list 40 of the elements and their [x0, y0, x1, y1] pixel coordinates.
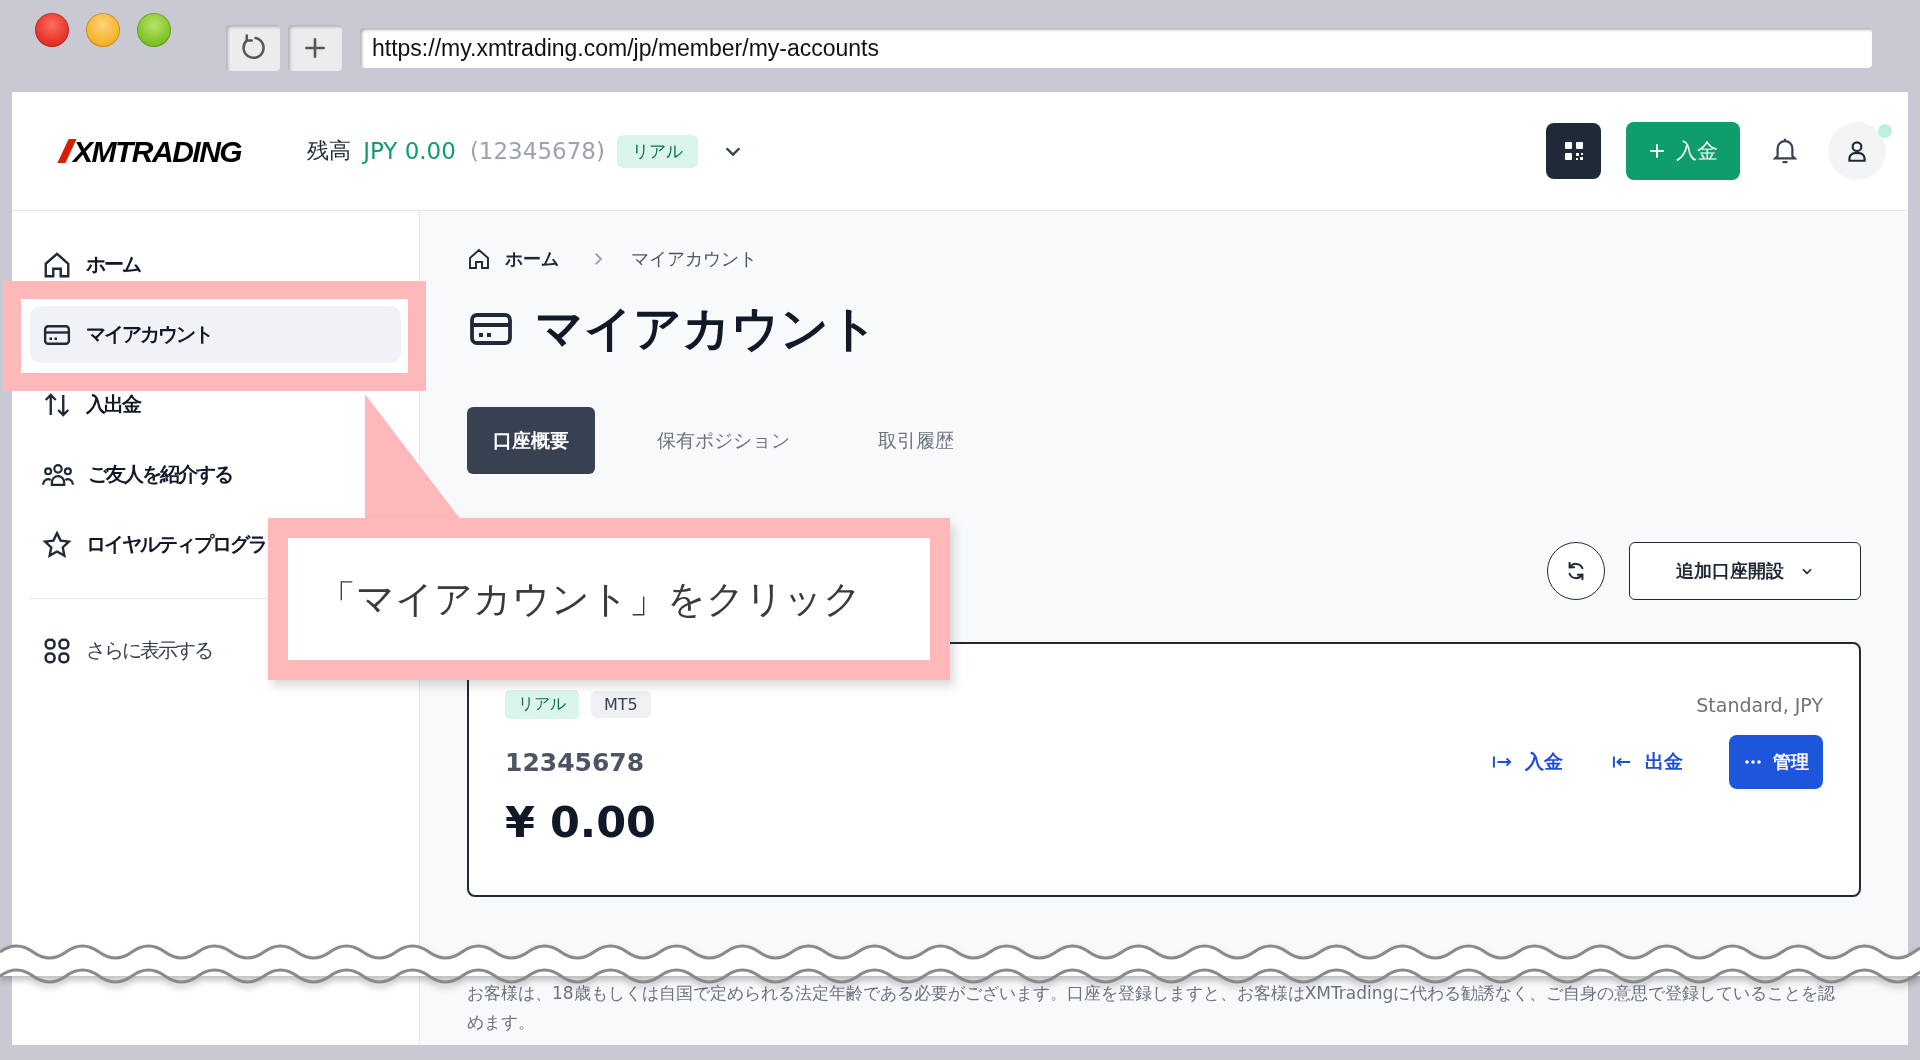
- qr-code-button[interactable]: [1546, 123, 1601, 179]
- balance-amount: JPY 0.00: [363, 138, 456, 164]
- zoom-window-dot[interactable]: [137, 13, 171, 47]
- new-tab-button[interactable]: [288, 25, 342, 71]
- account-tag: リアル: [505, 690, 579, 719]
- manage-button[interactable]: 管理: [1729, 735, 1823, 789]
- tab[interactable]: 保有ポジション: [631, 407, 816, 474]
- plus-icon: [302, 35, 328, 61]
- page-title: マイアカウント: [535, 299, 878, 358]
- balance-label: 残高: [307, 137, 352, 165]
- sidebar-item[interactable]: 入出金: [30, 376, 144, 433]
- callout-text: 「マイアカウント」をクリック: [318, 575, 862, 623]
- account-type-badge: リアル: [616, 134, 698, 168]
- sidebar-item[interactable]: マイアカウント: [30, 306, 401, 363]
- minimize-window-dot[interactable]: [86, 13, 120, 47]
- account-number: 12345678: [505, 747, 645, 777]
- withdraw-link[interactable]: 出金: [1605, 748, 1689, 776]
- online-status-dot: [1878, 124, 1892, 138]
- tab[interactable]: 取引履歴: [852, 407, 980, 474]
- disclaimer-text: お客様は、18歳もしくは自国で定められる法定年齢である必要がございます。口座を登録しますと、お客様はXMTradingに代わる勧誘なく、ご自身の意思で登録していることを認めます。: [467, 982, 1837, 1034]
- logo[interactable]: XMTRADING: [57, 130, 248, 172]
- address-bar[interactable]: https://my.xmtrading.com/jp/member/my-accounts: [360, 28, 1872, 68]
- account-balance: ¥ 0.00: [505, 797, 657, 847]
- close-window-dot[interactable]: [35, 13, 69, 47]
- star-icon: [42, 529, 72, 560]
- home-icon[interactable]: [467, 247, 491, 271]
- sidebar-item[interactable]: ホーム: [30, 236, 144, 293]
- more-dots-icon: [1745, 760, 1761, 764]
- open-additional-account-button[interactable]: 追加口座開設: [1629, 542, 1861, 600]
- reload-button[interactable]: [226, 25, 280, 71]
- account-tag: MT5: [591, 691, 651, 718]
- deposit-link[interactable]: 入金: [1485, 748, 1569, 776]
- show-more-item[interactable]: さらに表示する: [30, 622, 216, 679]
- sidebar-item[interactable]: ご友人を紹介する: [30, 446, 236, 503]
- tab[interactable]: 口座概要: [467, 407, 595, 474]
- breadcrumb-link[interactable]: ホーム: [505, 247, 559, 271]
- sidebar-item[interactable]: ロイヤルティプログラ: [30, 516, 270, 573]
- account-number: (12345678): [469, 138, 605, 164]
- plus-icon: [1648, 142, 1666, 160]
- account-type: Standard, JPY: [1696, 693, 1823, 716]
